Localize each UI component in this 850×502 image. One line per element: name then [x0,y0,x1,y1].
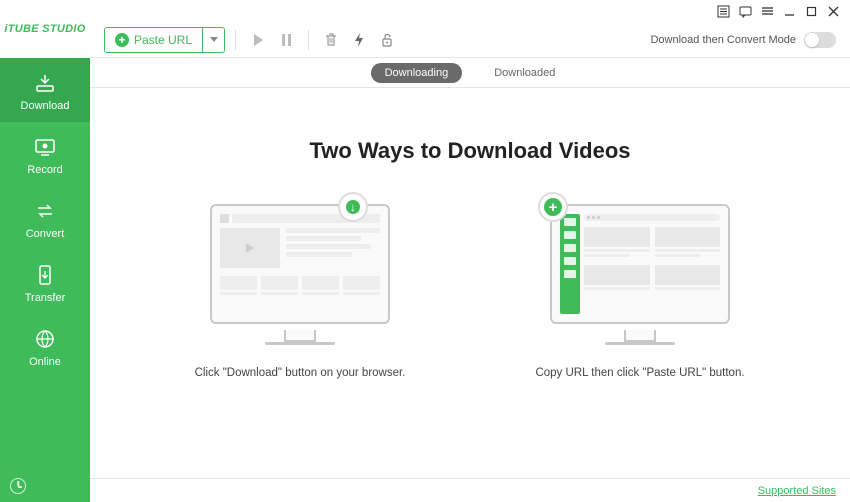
app-logo: iTUBE STUDIO [0,0,90,58]
supported-sites-link[interactable]: Supported Sites [758,485,836,497]
online-icon [32,328,58,350]
sidebar-item-online[interactable]: Online [0,314,90,378]
method-caption: Click "Download" button on your browser. [195,365,406,382]
sidebar-item-label: Download [21,100,70,112]
sidebar-item-label: Online [29,356,61,368]
method-caption: Copy URL then click "Paste URL" button. [535,365,744,382]
monitor-illustration: ↓ [210,204,390,324]
titlebar [90,0,850,22]
sidebar-item-record[interactable]: Record [0,122,90,186]
sidebar-item-download[interactable]: Download [0,58,90,122]
separator [308,30,309,50]
sidebar-item-transfer[interactable]: Transfer [0,250,90,314]
paste-url-label: Paste URL [134,33,192,47]
sidebar-item-label: Transfer [25,292,66,304]
paste-url-button[interactable]: + Paste URL [105,28,202,52]
trash-icon[interactable] [319,28,343,52]
more-icon[interactable] [760,4,774,18]
paste-url-dropdown[interactable] [202,28,224,52]
footer: Supported Sites [90,478,850,502]
method-paste-url: + [510,204,770,382]
chevron-down-icon [210,37,218,42]
download-icon [32,72,58,94]
play-icon[interactable] [246,28,270,52]
toolbar-right: Download then Convert Mode [650,32,836,48]
toolbar: + Paste URL Download then Convert Mode [90,22,850,58]
feedback-icon[interactable] [738,4,752,18]
plus-badge-icon: + [538,192,568,222]
headline: Two Ways to Download Videos [309,138,630,164]
menu-icon[interactable] [716,4,730,18]
plus-icon: + [115,33,129,47]
monitor-illustration: + [550,204,730,324]
separator [235,30,236,50]
empty-state: Two Ways to Download Videos ↓ [90,88,850,478]
tab-downloading[interactable]: Downloading [371,63,463,83]
sidebar-item-label: Record [27,164,62,176]
record-icon [32,136,58,158]
sidebar: iTUBE STUDIO Download Record Convert Tra… [0,0,90,502]
convert-mode-label: Download then Convert Mode [650,34,796,46]
download-badge-icon: ↓ [338,192,368,222]
app-window: iTUBE STUDIO Download Record Convert Tra… [0,0,850,502]
methods-row: ↓ [170,204,770,382]
convert-icon [32,200,58,222]
pause-icon[interactable] [274,28,298,52]
clock-icon[interactable] [10,478,26,494]
sidebar-item-convert[interactable]: Convert [0,186,90,250]
convert-mode-toggle[interactable] [804,32,836,48]
turbo-icon[interactable] [347,28,371,52]
unlock-icon[interactable] [375,28,399,52]
tab-downloaded[interactable]: Downloaded [480,63,569,83]
tabs: Downloading Downloaded [90,58,850,88]
close-icon[interactable] [826,4,840,18]
transfer-icon [32,264,58,286]
method-browser: ↓ [170,204,430,382]
maximize-icon[interactable] [804,4,818,18]
paste-url-button-group: + Paste URL [104,27,225,53]
sidebar-item-label: Convert [26,228,65,240]
main-panel: + Paste URL Download then Convert Mode D… [90,0,850,502]
minimize-icon[interactable] [782,4,796,18]
